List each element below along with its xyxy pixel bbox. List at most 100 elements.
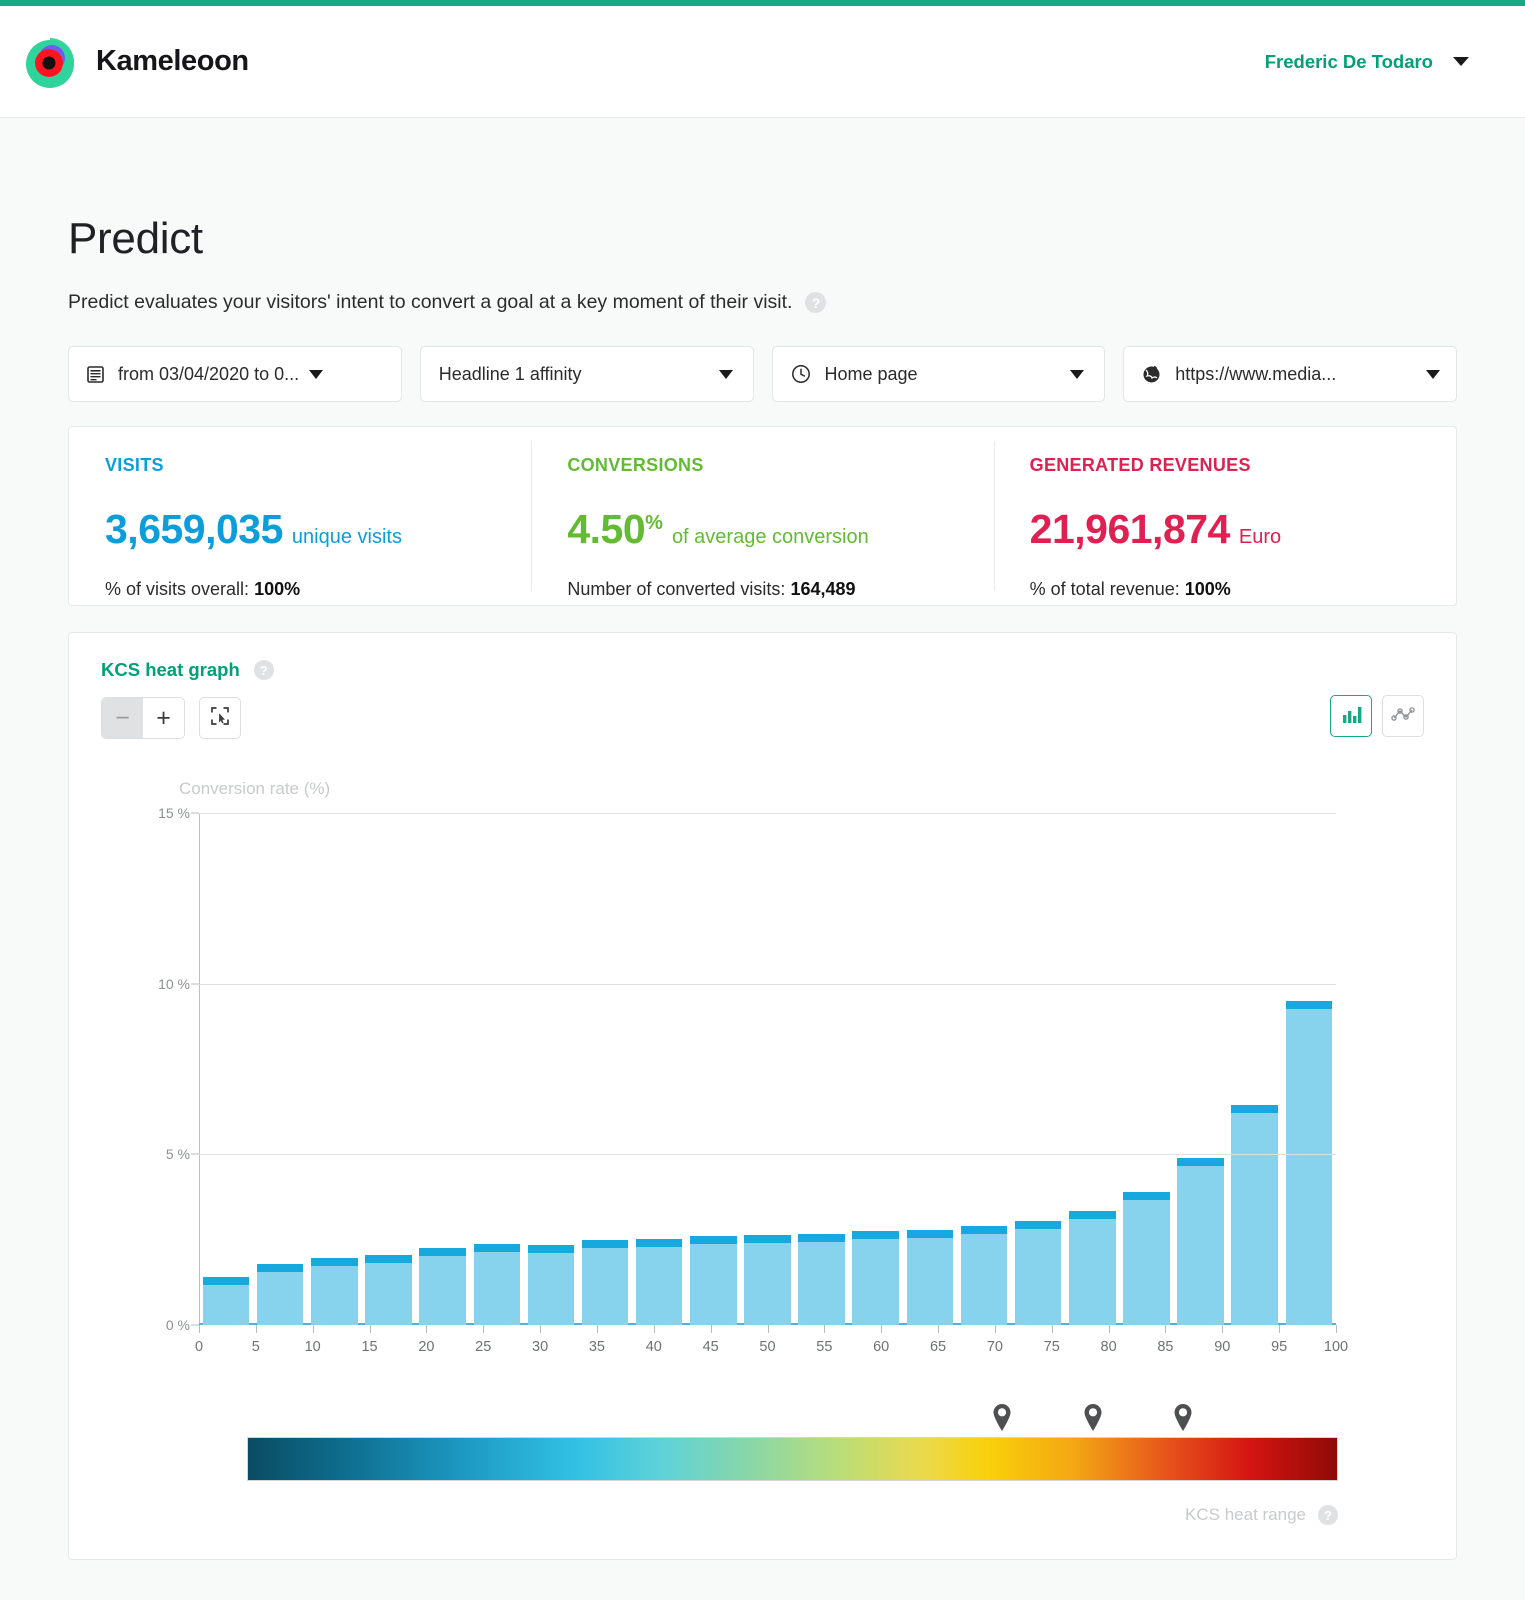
site-url-filter[interactable]: https://www.media... — [1123, 346, 1457, 402]
chevron-down-icon[interactable] — [1070, 369, 1085, 379]
y-axis-tick-mark — [191, 812, 199, 814]
bar-slot — [470, 813, 524, 1325]
zoom-in-button[interactable]: + — [143, 698, 184, 738]
bar-slot — [199, 813, 253, 1325]
bar-slot — [849, 813, 903, 1325]
kpi-conversions: CONVERSIONS 4.50 % of average conversion… — [531, 427, 993, 605]
help-icon[interactable]: ? — [1318, 1505, 1338, 1525]
brand[interactable]: Kameleoon — [22, 34, 249, 90]
x-axis-tick-label: 55 — [816, 1339, 833, 1355]
bar[interactable] — [744, 1234, 791, 1325]
bar-slot — [1119, 813, 1173, 1325]
bar-cap — [690, 1235, 737, 1244]
x-axis-tick-mark — [1051, 1325, 1053, 1333]
bar-cap — [1123, 1191, 1170, 1200]
heat-range-marker-icon[interactable] — [1082, 1402, 1104, 1437]
expand-selection-button[interactable] — [199, 697, 241, 739]
bar[interactable] — [527, 1244, 575, 1325]
x-axis-tick-label: 35 — [588, 1339, 606, 1355]
bar[interactable] — [256, 1263, 304, 1325]
heat-range-marker-icon[interactable] — [991, 1402, 1013, 1437]
heat-range-gradient-bar[interactable] — [247, 1437, 1338, 1481]
bar-chart-type-button[interactable] — [1330, 695, 1372, 737]
kcs-heat-graph-card: KCS heat graph ? − + Conversion rate (%)… — [68, 632, 1457, 1560]
x-axis-tick-mark — [1222, 1325, 1224, 1333]
bar-cap — [1285, 1000, 1333, 1009]
heat-range-markers — [247, 1403, 1338, 1437]
x-axis-tick-mark — [1336, 1325, 1337, 1333]
user-menu[interactable]: Frederic De Todaro — [1265, 51, 1469, 73]
x-axis-tick-mark — [767, 1325, 769, 1333]
bar-cap — [798, 1233, 845, 1242]
x-axis-tick-label: 0 — [194, 1339, 204, 1355]
y-axis-tick-label: 0 % — [165, 1317, 190, 1333]
bar[interactable] — [852, 1231, 900, 1325]
y-axis-tick-label: 10 % — [158, 975, 190, 992]
date-range-filter[interactable]: from 03/04/2020 to 0... — [68, 346, 402, 402]
x-axis-tick-mark — [540, 1325, 542, 1333]
bar-cap — [473, 1243, 521, 1252]
x-axis-tick-label: 30 — [532, 1339, 549, 1355]
bar[interactable] — [1069, 1210, 1116, 1325]
page-filter[interactable]: Home page — [771, 346, 1106, 402]
chevron-down-icon[interactable] — [1453, 57, 1469, 66]
heat-range-label-row: KCS heat range ? — [1185, 1505, 1338, 1525]
graph-toolbar: − + — [101, 697, 1424, 739]
x-axis-tick-label: 100 — [1323, 1339, 1349, 1355]
bar[interactable] — [798, 1233, 845, 1325]
y-axis-tick-mark — [191, 1324, 199, 1326]
bar[interactable] — [1285, 1000, 1333, 1325]
x-axis-tick-mark — [1165, 1325, 1167, 1333]
bar[interactable] — [365, 1255, 412, 1325]
bar[interactable] — [1014, 1220, 1062, 1325]
page-subtitle: Predict evaluates your visitors' intent … — [68, 291, 793, 313]
bar[interactable] — [202, 1277, 250, 1325]
page-subtitle-row: Predict evaluates your visitors' intent … — [68, 291, 1457, 314]
bar[interactable] — [1123, 1191, 1170, 1325]
bar[interactable] — [690, 1235, 737, 1325]
bar-cap — [1231, 1104, 1279, 1113]
bar[interactable] — [311, 1258, 358, 1325]
help-icon[interactable]: ? — [253, 660, 274, 680]
app-header: Kameleoon Frederic De Todaro — [0, 6, 1525, 118]
x-axis-tick-mark — [938, 1325, 940, 1333]
x-axis-tick-mark — [312, 1325, 314, 1333]
chevron-down-icon[interactable] — [309, 369, 323, 379]
bar[interactable] — [473, 1243, 521, 1325]
x-axis-tick-mark — [994, 1325, 996, 1333]
bar[interactable] — [906, 1230, 954, 1325]
x-axis-tick-label: 75 — [1043, 1339, 1060, 1355]
kpi-summary-card: VISITS 3,659,035 unique visits % of visi… — [68, 426, 1457, 606]
chevron-down-icon[interactable] — [718, 369, 733, 379]
bar-cap — [1069, 1210, 1116, 1219]
page-title: Predict — [68, 214, 203, 263]
bar[interactable] — [1177, 1158, 1224, 1325]
heat-range-marker-icon[interactable] — [1172, 1402, 1194, 1437]
bar-cap — [311, 1258, 358, 1267]
site-url-value: https://www.media... — [1175, 363, 1337, 384]
calendar-icon — [87, 365, 104, 383]
bar[interactable] — [1231, 1104, 1279, 1325]
bar-slot — [903, 813, 957, 1325]
bar-cap — [202, 1277, 250, 1286]
goal-filter[interactable]: Headline 1 affinity — [419, 346, 754, 402]
bar[interactable] — [419, 1248, 466, 1325]
line-chart-type-button[interactable] — [1382, 695, 1424, 737]
bar[interactable] — [635, 1238, 683, 1325]
zoom-out-button[interactable]: − — [102, 698, 143, 738]
bar-slot — [632, 813, 686, 1325]
bar[interactable] — [960, 1226, 1008, 1325]
graph-title: KCS heat graph — [101, 659, 240, 680]
bar[interactable] — [581, 1239, 629, 1325]
x-axis-tick-mark — [596, 1325, 598, 1333]
help-icon[interactable]: ? — [805, 292, 827, 313]
kpi-visits-sub-label: % of visits overall: — [105, 579, 250, 599]
x-axis-tick-mark — [369, 1325, 371, 1333]
chevron-down-icon[interactable] — [1426, 369, 1440, 379]
kpi-conversions-unit: of average conversion — [671, 526, 869, 548]
kpi-conversions-sub-value: 164,489 — [790, 579, 856, 599]
bar-cap — [852, 1231, 900, 1240]
x-axis-tick-label: 85 — [1157, 1339, 1174, 1355]
x-axis-tick-label: 95 — [1271, 1339, 1288, 1355]
x-axis-tick-label: 40 — [645, 1339, 662, 1355]
